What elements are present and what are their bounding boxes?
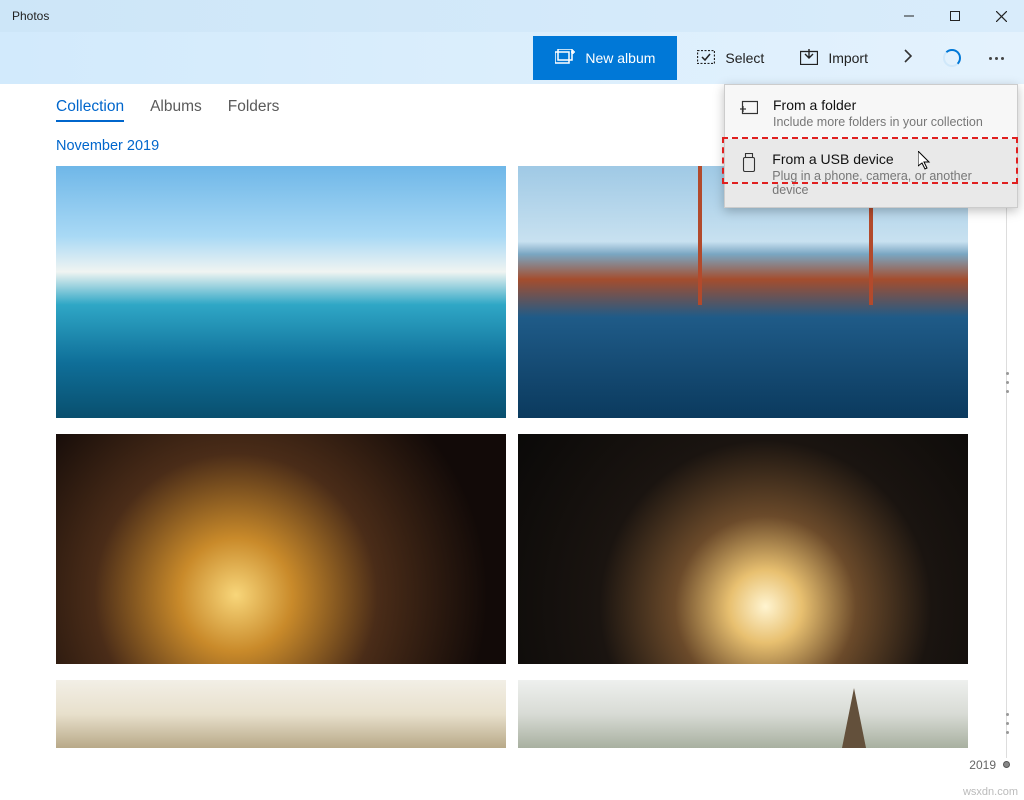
tab-albums[interactable]: Albums (150, 98, 202, 122)
folder-add-icon (739, 97, 759, 115)
import-button[interactable]: Import (784, 36, 884, 80)
photo-thumbnail[interactable] (518, 680, 968, 748)
dropdown-item-subtitle: Plug in a phone, camera, or another devi… (772, 169, 1003, 197)
photo-thumbnail[interactable] (56, 680, 506, 748)
import-from-usb-item[interactable]: From a USB device Plug in a phone, camer… (725, 139, 1017, 207)
photo-thumbnail[interactable] (56, 434, 506, 664)
app-title: Photos (12, 9, 49, 23)
timeline-marker-current[interactable] (1003, 761, 1010, 768)
overflow-chevron-button[interactable] (888, 36, 928, 80)
photo-thumbnail[interactable] (518, 434, 968, 664)
minimize-button[interactable] (886, 0, 932, 32)
maximize-button[interactable] (932, 0, 978, 32)
titlebar: Photos (0, 0, 1024, 32)
tab-folders[interactable]: Folders (228, 98, 280, 122)
import-label: Import (828, 50, 868, 66)
import-icon (800, 49, 818, 68)
close-button[interactable] (978, 0, 1024, 32)
more-button[interactable] (976, 36, 1016, 80)
watermark: wsxdn.com (963, 786, 1018, 798)
photo-grid (56, 680, 968, 748)
cursor-icon (918, 151, 932, 176)
timeline-line (1006, 200, 1007, 758)
dropdown-item-subtitle: Include more folders in your collection (773, 115, 983, 129)
new-album-icon (555, 49, 575, 68)
sync-progress (932, 36, 972, 80)
more-icon (989, 57, 1004, 60)
content-area: November 2019 (0, 138, 1024, 748)
spinner-icon (943, 49, 961, 67)
timeline-ticks (1006, 372, 1009, 393)
tab-collection[interactable]: Collection (56, 98, 124, 122)
usb-device-icon (739, 151, 758, 173)
select-icon (697, 50, 715, 67)
chevron-right-icon (904, 49, 912, 68)
timeline-scrubber[interactable]: 2019 (996, 132, 1016, 788)
dropdown-item-title: From a folder (773, 97, 983, 113)
photo-thumbnail[interactable] (56, 166, 506, 418)
dropdown-item-title: From a USB device (772, 151, 1003, 167)
timeline-ticks (1006, 713, 1009, 734)
dropdown-item-text: From a USB device Plug in a phone, camer… (772, 151, 1003, 197)
import-dropdown: From a folder Include more folders in yo… (724, 84, 1018, 208)
photo-grid (56, 434, 968, 664)
dropdown-item-text: From a folder Include more folders in yo… (773, 97, 983, 129)
toolbar: New album Select Import (0, 32, 1024, 84)
timeline-year-label: 2019 (969, 758, 996, 772)
select-label: Select (725, 50, 764, 66)
select-button[interactable]: Select (681, 36, 780, 80)
import-from-folder-item[interactable]: From a folder Include more folders in yo… (725, 85, 1017, 139)
window-controls (886, 0, 1024, 32)
new-album-label: New album (585, 50, 655, 66)
new-album-button[interactable]: New album (533, 36, 677, 80)
